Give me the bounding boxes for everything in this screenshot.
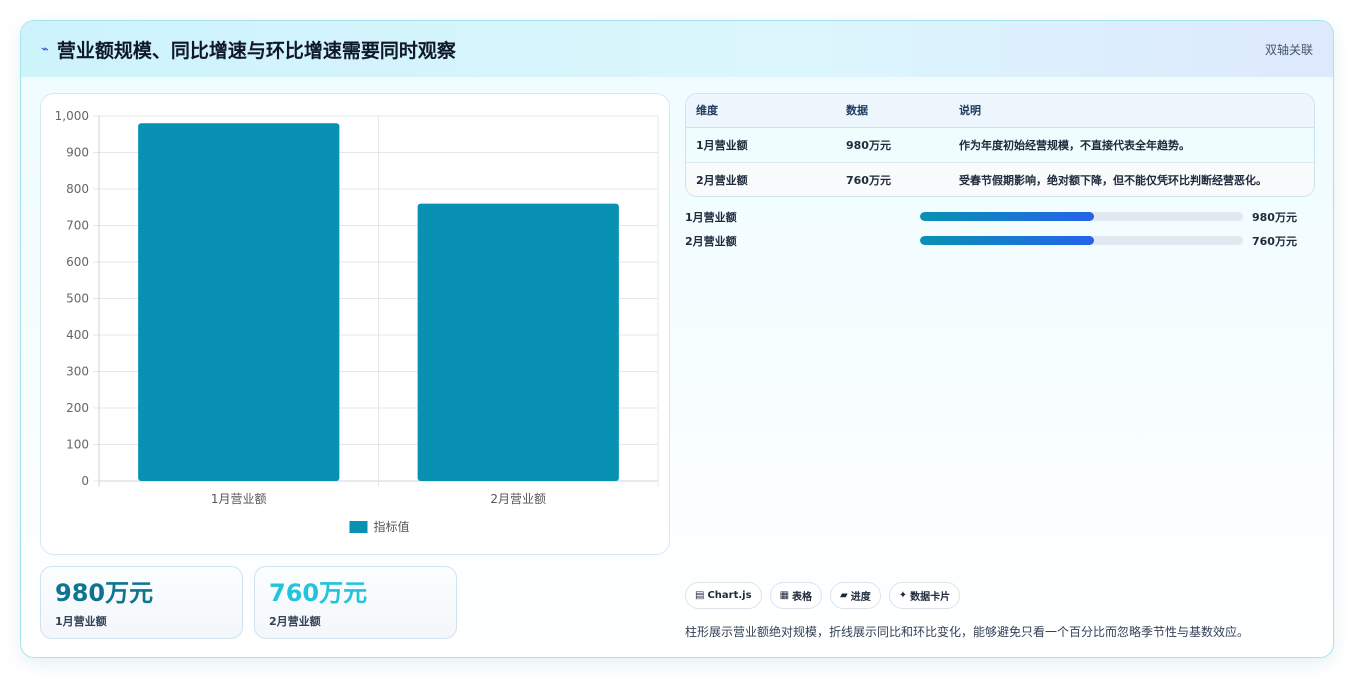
kpi-card: 760万元 2月营业额 (254, 566, 457, 639)
table-cell: 1月营业额 (686, 127, 836, 163)
progress-icon: ▰ (840, 590, 848, 601)
y-tick-label: 400 (66, 328, 89, 342)
header-tag: 双轴关联 (1264, 42, 1313, 57)
sparkle-icon: ✦ (898, 590, 908, 601)
progress-label: 2月营业额 (685, 235, 737, 248)
chip-label: 表格 (792, 592, 813, 603)
progress-track (920, 212, 1243, 221)
progress-value: 980万元 (1252, 211, 1297, 224)
table-row: 2月营业额 760万元 受春节假期影响，绝对额下降，但不能仅凭环比判断经营恶化。 (686, 162, 1314, 196)
progress-row: 2月营业额 760万元 (685, 233, 1315, 249)
bar (417, 203, 619, 481)
y-tick-label: 1,000 (55, 109, 89, 123)
column-header: 说明 (949, 94, 1314, 128)
y-tick-label: 700 (66, 219, 89, 233)
feature-chips: ▤ Chart.js ▦ 表格 ▰ 进度 ✦ 数据卡片 (685, 582, 961, 609)
header: ⌁ 营业额规模、同比增速与环比增速需要同时观察 双轴关联 (21, 21, 1333, 77)
table-cell: 受春节假期影响，绝对额下降，但不能仅凭环比判断经营恶化。 (949, 162, 1314, 196)
y-tick-label: 600 (66, 255, 89, 269)
chip-data-card[interactable]: ✦ 数据卡片 (888, 582, 961, 609)
x-tick-label: 2月营业额 (490, 492, 546, 506)
table-cell: 2月营业额 (686, 162, 836, 196)
progress-value: 760万元 (1252, 235, 1297, 248)
table-header-row: 维度 数据 说明 (686, 94, 1314, 128)
progress-fill (920, 212, 1095, 221)
chart-icon: ▤ (695, 590, 705, 601)
chip-chartjs[interactable]: ▤ Chart.js (685, 582, 762, 609)
progress-track (920, 236, 1243, 245)
chip-label: Chart.js (707, 590, 752, 601)
table-row: 1月营业额 980万元 作为年度初始经营规模，不直接代表全年趋势。 (686, 127, 1314, 163)
bar-chart: 0 100 200 300 400 500 600 700 800 900 1,000 1月营业额 2月… (40, 93, 670, 555)
kpi-value: 980万元 (55, 579, 154, 607)
x-tick-label: 1月营业额 (211, 492, 267, 506)
chip-label: 进度 (850, 592, 871, 603)
description-note: 柱形展示营业额绝对规模，折线展示同比和环比变化，能够避免只看一个百分比而忽略季节… (685, 625, 1250, 639)
progress-fill (920, 236, 1095, 245)
main-card: ⌁ 营业额规模、同比增速与环比增速需要同时观察 双轴关联 0 100 200 300 4… (20, 20, 1334, 658)
chip-table[interactable]: ▦ 表格 (769, 582, 823, 609)
progress-row: 1月营业额 980万元 (685, 209, 1315, 225)
legend-label: 指标值 (374, 519, 410, 534)
table-cell: 作为年度初始经营规模，不直接代表全年趋势。 (949, 127, 1314, 163)
bar (138, 123, 340, 482)
page-title: 营业额规模、同比增速与环比增速需要同时观察 (56, 39, 456, 62)
legend-swatch (349, 521, 368, 533)
chip-progress[interactable]: ▰ 进度 (830, 582, 881, 609)
y-tick-label: 900 (66, 146, 89, 160)
kpi-label: 2月营业额 (269, 615, 321, 628)
table-cell: 980万元 (836, 127, 949, 163)
kpi-value: 760万元 (269, 579, 368, 607)
y-tick-label: 200 (66, 401, 89, 415)
data-table: 维度 数据 说明 1月营业额 980万元 作为年度初始经营规模，不直接代表全年趋… (685, 93, 1315, 197)
column-header: 数据 (836, 94, 949, 128)
kpi-label: 1月营业额 (55, 615, 107, 628)
chip-label: 数据卡片 (910, 592, 951, 603)
y-tick-label: 0 (81, 474, 89, 488)
bar-chart-svg: 0 100 200 300 400 500 600 700 800 900 1,000 1月营业额 2月… (55, 109, 659, 534)
y-tick-label: 100 (66, 438, 89, 452)
y-tick-label: 300 (66, 365, 89, 379)
column-header: 维度 (686, 94, 836, 128)
table-icon: ▦ (779, 590, 790, 601)
y-tick-label: 500 (66, 292, 89, 306)
y-tick-label: 800 (66, 182, 89, 196)
progress-label: 1月营业额 (685, 211, 737, 224)
trend-icon: ⌁ (41, 41, 49, 57)
kpi-card: 980万元 1月营业额 (40, 566, 243, 639)
table-cell: 760万元 (836, 162, 949, 196)
